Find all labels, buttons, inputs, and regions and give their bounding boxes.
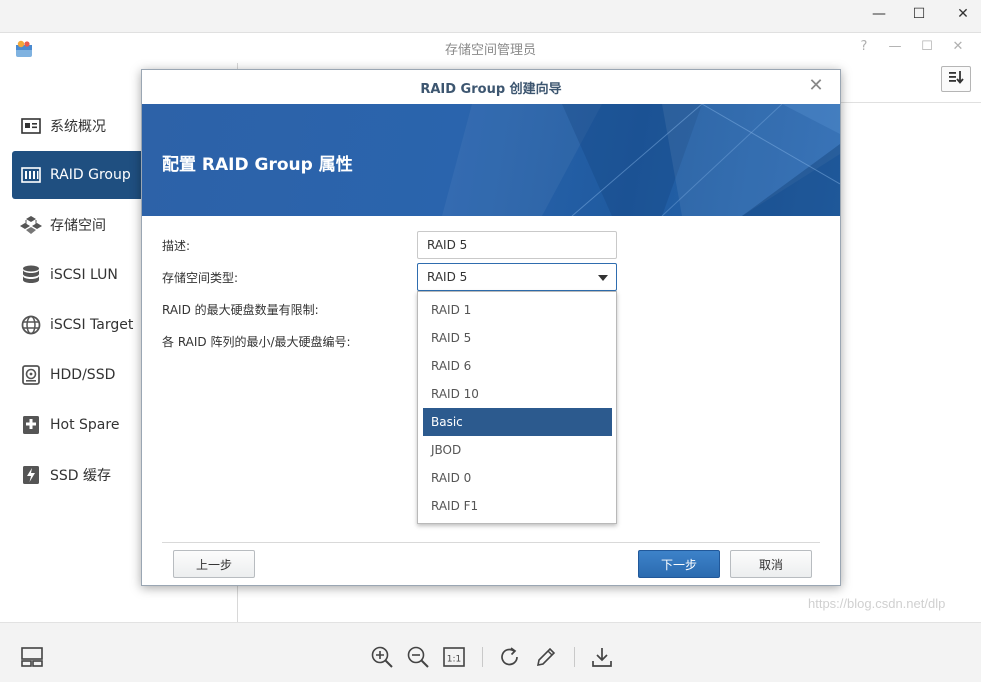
app-minimize-icon[interactable]: — xyxy=(884,39,906,57)
raid-group-wizard-dialog: RAID Group 创建向导 ✕ 配置 RAID Group 属性 描述: 存… xyxy=(141,69,841,586)
toolbar-separator xyxy=(482,647,483,667)
rotate-icon[interactable] xyxy=(498,645,522,669)
storage-type-label: 存储空间类型: xyxy=(162,271,239,285)
option-raid-1[interactable]: RAID 1 xyxy=(423,296,612,324)
zoom-out-icon[interactable] xyxy=(406,645,430,669)
zoom-in-icon[interactable] xyxy=(370,645,394,669)
dialog-heading: 配置 RAID Group 属性 xyxy=(162,155,353,175)
option-jbod[interactable]: JBOD xyxy=(423,436,612,464)
storage-type-value: RAID 5 xyxy=(427,270,468,284)
storage-type-dropdown: RAID 1 RAID 5 RAID 6 RAID 10 Basic JBOD … xyxy=(417,291,617,524)
option-raid-5[interactable]: RAID 5 xyxy=(423,324,612,352)
actual-size-icon[interactable]: 1:1 xyxy=(442,645,466,669)
max-disk-limit-label: RAID 的最大硬盘数量有限制: xyxy=(162,303,319,317)
ssd-cache-icon xyxy=(20,464,42,486)
back-button[interactable]: 上一步 xyxy=(173,550,255,578)
app-title: 存储空间管理员 xyxy=(444,42,536,58)
download-icon[interactable] xyxy=(590,645,614,669)
viewer-toolbar: 1:1 xyxy=(0,622,981,682)
help-icon[interactable]: ? xyxy=(853,39,875,57)
svg-text:1:1: 1:1 xyxy=(447,655,461,665)
app-maximize-icon[interactable]: ☐ xyxy=(916,39,938,57)
storage-type-select[interactable]: RAID 5 xyxy=(417,263,617,291)
option-raid-10[interactable]: RAID 10 xyxy=(423,380,612,408)
dialog-banner: 配置 RAID Group 属性 xyxy=(142,104,840,216)
raid-group-icon xyxy=(20,164,42,186)
sort-icon xyxy=(948,70,964,88)
close-icon: ✕ xyxy=(957,6,969,22)
option-raid-6[interactable]: RAID 6 xyxy=(423,352,612,380)
hdd-icon xyxy=(20,364,42,386)
dialog-close-icon[interactable]: ✕ xyxy=(806,76,826,96)
dialog-title: RAID Group 创建向导 xyxy=(142,70,840,104)
description-label: 描述: xyxy=(162,239,191,253)
os-title-bar: — ☐ ✕ xyxy=(0,0,981,32)
dropdown-arrow-icon[interactable] xyxy=(598,275,608,281)
cubes-icon xyxy=(20,214,42,236)
maximize-icon: ☐ xyxy=(912,6,926,22)
option-raid-f1[interactable]: RAID F1 xyxy=(423,492,612,520)
overview-icon xyxy=(20,115,42,137)
globe-icon xyxy=(20,314,42,336)
minimize-icon: — xyxy=(872,6,886,22)
app-close-icon[interactable]: ✕ xyxy=(947,39,969,57)
os-close-button[interactable]: ✕ xyxy=(940,0,981,28)
min-max-disk-label: 各 RAID 阵列的最小/最大硬盘编号: xyxy=(162,335,351,349)
watermark: https://blog.csdn.net/dlp xyxy=(808,596,946,611)
description-input[interactable] xyxy=(417,231,617,259)
os-maximize-button[interactable]: ☐ xyxy=(896,0,942,28)
sort-button[interactable] xyxy=(941,66,971,92)
hot-spare-icon xyxy=(20,414,42,436)
option-raid-0[interactable]: RAID 0 xyxy=(423,464,612,492)
toolbar-separator xyxy=(574,647,575,667)
layout-icon[interactable] xyxy=(20,645,44,669)
next-button[interactable]: 下一步 xyxy=(638,550,720,578)
database-icon xyxy=(20,264,42,286)
option-basic[interactable]: Basic xyxy=(423,408,612,436)
footer-divider xyxy=(162,542,820,543)
cancel-button[interactable]: 取消 xyxy=(730,550,812,578)
edit-icon[interactable] xyxy=(534,645,558,669)
